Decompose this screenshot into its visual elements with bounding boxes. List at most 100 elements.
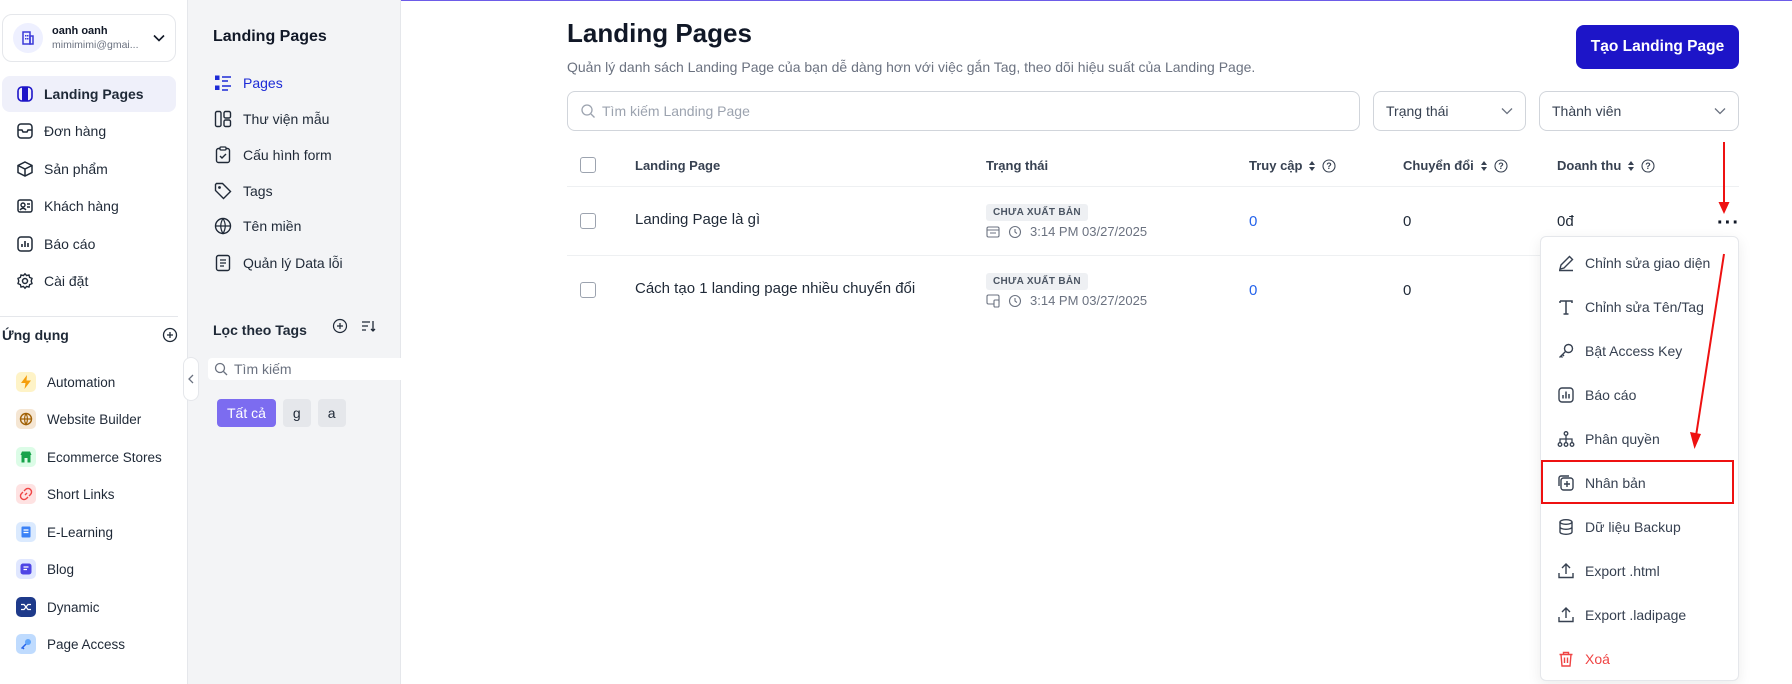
panel-item-form-config[interactable]: Cấu hình form [213,143,332,167]
chevron-left-icon [188,374,194,384]
building-icon [13,23,43,53]
create-landing-page-button[interactable]: Tạo Landing Page [1576,25,1739,69]
sort-arrows-icon[interactable] [1308,160,1316,172]
column-header-visits[interactable]: Truy cập ? [1249,158,1337,173]
nav-orders[interactable]: Đơn hàng [2,113,176,149]
database-icon [1559,519,1573,535]
help-icon[interactable]: ? [1494,158,1508,173]
column-header-landing-page: Landing Page [635,158,720,173]
menu-backup-data[interactable]: Dữ liệu Backup [1541,509,1740,545]
column-label: Landing Page [635,158,721,173]
panel-item-templates[interactable]: Thư viện mẫu [213,107,329,131]
history-icon [1008,294,1022,307]
panel-item-pages[interactable]: Pages [213,71,283,95]
panel-item-error-data[interactable]: Quản lý Data lỗi [213,251,343,275]
tag-chip[interactable]: g [282,399,311,427]
app-label: Ecommerce Stores [47,449,162,465]
app-blog[interactable]: Blog [2,552,178,586]
row-checkbox[interactable] [580,282,596,298]
status-filter-value: Trạng thái [1386,103,1449,119]
upload-icon [1558,563,1574,579]
box-icon [17,161,33,177]
mobile-desktop-icon [986,293,1000,308]
app-website-builder[interactable]: Website Builder [2,402,178,436]
add-tag-icon[interactable] [332,318,348,334]
annotation-arrow-diagonal-icon [1690,253,1725,449]
status-time: 3:14 PM 03/27/2025 [986,224,1147,239]
book-icon [16,522,36,542]
svg-text:?: ? [1327,161,1333,171]
column-label: Trạng thái [986,158,1049,173]
landing-pages-panel: Landing Pages Pages Thư viện mẫu Cấu hìn… [188,0,428,684]
account-switcher[interactable]: oanh oanh mimimimi@gmai... [2,14,176,62]
nav-settings[interactable]: Cài đặt [2,263,176,299]
app-dynamic[interactable]: Dynamic [2,590,178,624]
tag-icon [214,182,232,200]
visits-value[interactable]: 0 [1249,282,1257,299]
search-icon [214,362,228,376]
tag-search-input[interactable]: Tìm kiếm [208,358,428,380]
sort-arrows-icon[interactable] [1627,160,1635,172]
row-checkbox[interactable] [580,213,596,229]
column-header-conversions[interactable]: Chuyển đổi ? [1403,158,1508,173]
app-e-learning[interactable]: E-Learning [2,515,178,549]
contacts-icon [17,199,33,213]
column-header-status: Trạng thái [986,158,1048,173]
collapse-sidebar-button[interactable] [183,357,199,401]
text-icon [1559,300,1573,315]
landing-page-search-input[interactable]: Tìm kiếm Landing Page [567,91,1360,131]
menu-export-ladipage[interactable]: Export .ladipage [1541,597,1740,633]
app-short-links[interactable]: Short Links [2,477,178,511]
panel-item-tags[interactable]: Tags [213,179,273,203]
tag-search-placeholder: Tìm kiếm [234,361,292,377]
menu-delete[interactable]: Xoá [1541,641,1740,677]
app-label: Automation [47,374,116,390]
landing-page-name-link[interactable]: Cách tạo 1 landing page nhiều chuyển đổi [635,280,915,297]
conversions-value: 0 [1403,282,1412,299]
nav-landing-pages[interactable]: Landing Pages [2,76,176,112]
app-ecommerce-stores[interactable]: Ecommerce Stores [2,440,178,474]
panel-item-domains[interactable]: Tên miền [213,214,301,238]
member-filter-select[interactable]: Thành viên [1539,91,1739,131]
blog-icon [16,559,36,579]
svg-text:?: ? [1646,161,1652,171]
list-icon [215,75,231,91]
report-icon [17,236,33,252]
panel-item-label: Thư viện mẫu [243,111,330,127]
tag-chip-all[interactable]: Tất cả [217,399,276,427]
app-label: E-Learning [47,524,114,540]
panel-item-label: Quản lý Data lỗi [243,255,343,271]
landing-page-name-link[interactable]: Landing Page là gì [635,211,760,228]
add-circle-icon[interactable] [162,327,178,343]
lightning-icon [16,372,36,392]
report-icon [1558,387,1574,403]
search-placeholder: Tìm kiếm Landing Page [602,103,750,119]
status-filter-select[interactable]: Trạng thái [1373,91,1526,131]
app-page-access[interactable]: Page Access [2,627,178,661]
sort-arrows-icon[interactable] [1480,160,1488,172]
column-header-revenue[interactable]: Doanh thu ? [1557,158,1655,173]
nav-customers[interactable]: Khách hàng [2,188,176,224]
panel-item-label: Pages [243,75,283,91]
select-all-checkbox[interactable] [580,157,596,173]
apps-title: Ứng dụng [2,327,69,343]
app-automation[interactable]: Automation [2,365,178,399]
history-icon [1008,225,1022,238]
nav-reports[interactable]: Báo cáo [2,226,176,262]
app-label: Blog [47,561,75,577]
app-label: Website Builder [47,411,142,427]
status-time: 3:14 PM 03/27/2025 [986,293,1147,308]
app-label: Short Links [47,486,115,502]
svg-text:?: ? [1498,161,1504,171]
tag-chip[interactable]: a [317,399,346,427]
menu-label: Export .html [1585,563,1660,579]
help-icon[interactable]: ? [1322,158,1337,173]
menu-export-html[interactable]: Export .html [1541,553,1740,589]
highlight-box-duplicate [1541,460,1734,504]
chevron-down-icon [1714,108,1726,115]
key-icon [1559,343,1574,358]
sort-icon[interactable] [360,318,376,334]
help-icon[interactable]: ? [1641,158,1655,173]
visits-value[interactable]: 0 [1249,213,1257,230]
nav-products[interactable]: Sản phẩm [2,151,176,187]
